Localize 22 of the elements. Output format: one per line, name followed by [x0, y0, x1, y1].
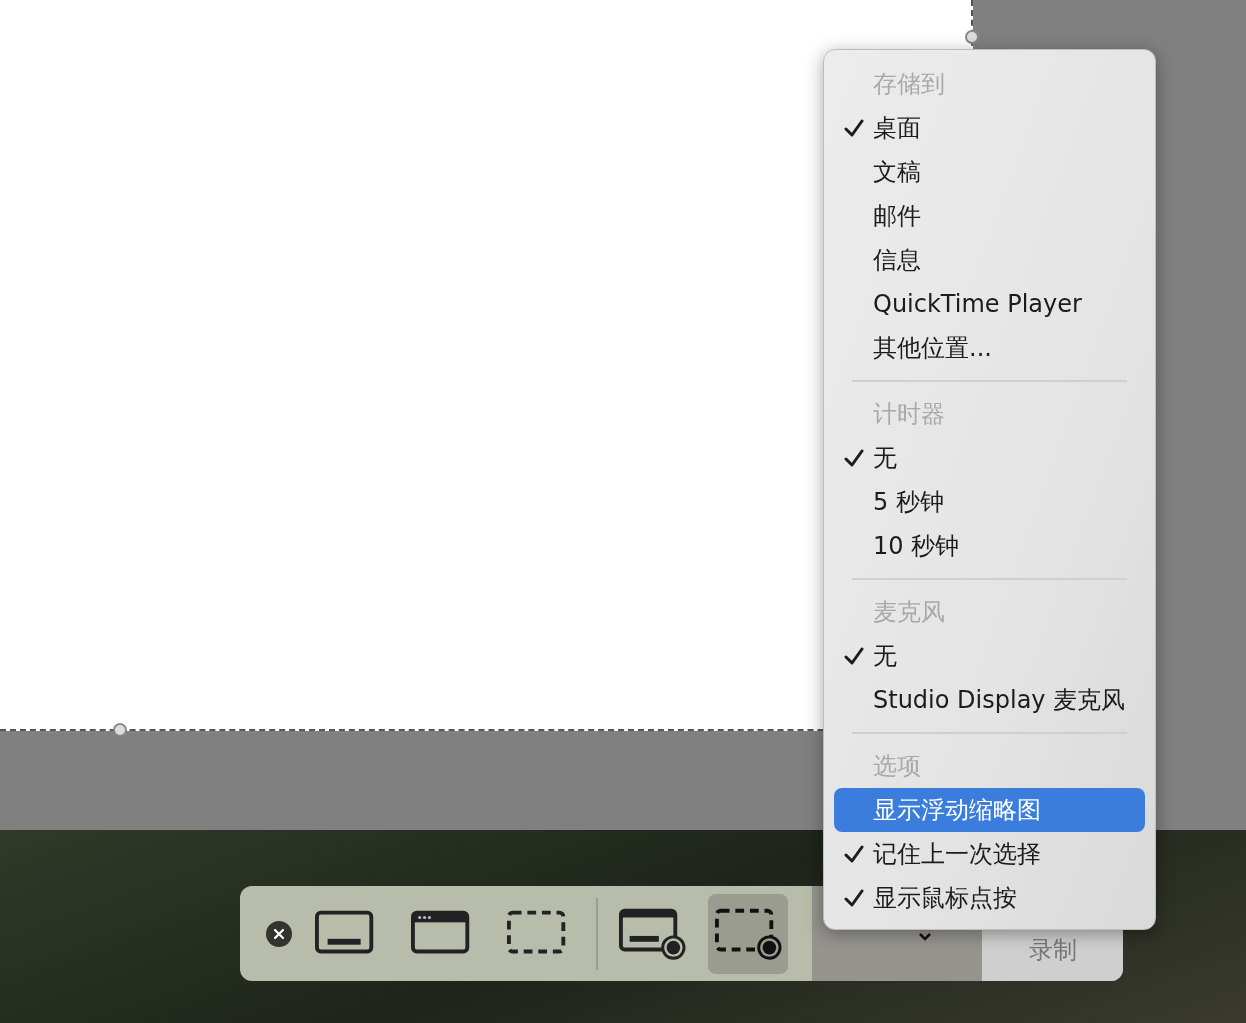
menu-item[interactable]: 信息	[834, 238, 1145, 282]
chevron-down-icon	[918, 932, 932, 942]
menu-item[interactable]: 无	[834, 634, 1145, 678]
close-icon[interactable]	[266, 920, 292, 947]
section-heading: 选项	[872, 751, 922, 782]
menu-item[interactable]: 显示浮动缩略图	[834, 788, 1145, 832]
menu-item[interactable]: 记住上一次选择	[834, 832, 1145, 876]
menu-item[interactable]: Studio Display 麦克风	[834, 678, 1145, 722]
resize-handle[interactable]	[113, 723, 127, 737]
capture-mode-button[interactable]	[708, 893, 788, 974]
resize-handle[interactable]	[965, 30, 979, 44]
menu-item[interactable]: QuickTime Player	[834, 282, 1145, 326]
section-heading: 存储到	[872, 69, 946, 100]
menu-item[interactable]: 其他位置...	[834, 326, 1145, 370]
section-heading: 麦克风	[872, 597, 946, 628]
menu-item[interactable]: 无	[834, 436, 1145, 480]
menu-item[interactable]: 文稿	[834, 150, 1145, 194]
menu-item[interactable]: 桌面	[834, 106, 1145, 150]
menu-item[interactable]: 10 秒钟	[834, 524, 1145, 568]
section-heading: 计时器	[872, 399, 946, 430]
menu-item[interactable]: 邮件	[834, 194, 1145, 238]
menu-item[interactable]: 5 秒钟	[834, 480, 1145, 524]
